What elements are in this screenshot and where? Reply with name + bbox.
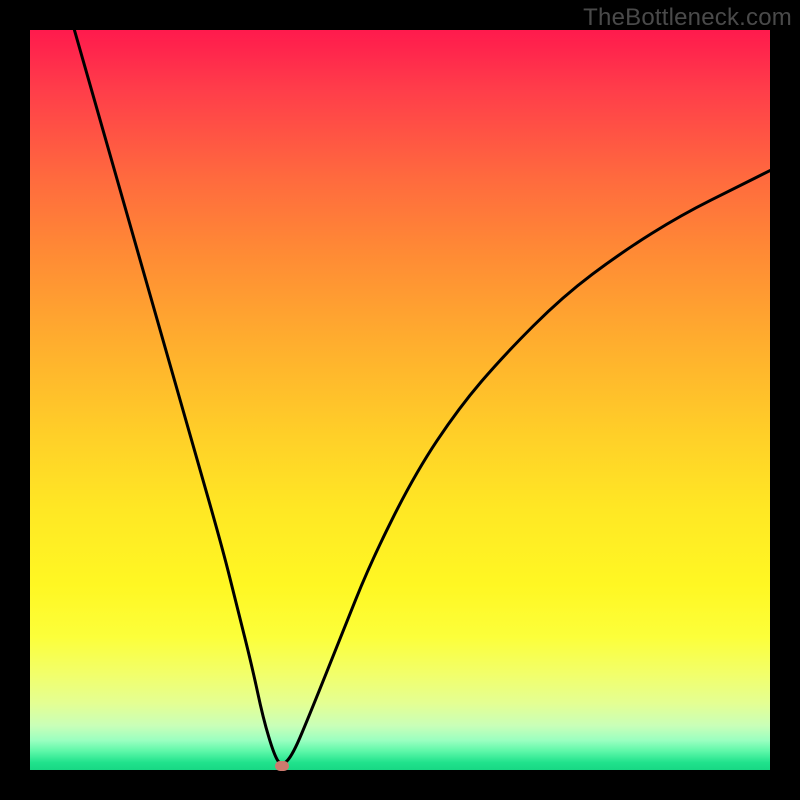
- minimum-marker: [275, 761, 289, 771]
- chart-frame: TheBottleneck.com: [0, 0, 800, 800]
- bottleneck-curve: [30, 30, 770, 770]
- watermark-text: TheBottleneck.com: [583, 4, 792, 32]
